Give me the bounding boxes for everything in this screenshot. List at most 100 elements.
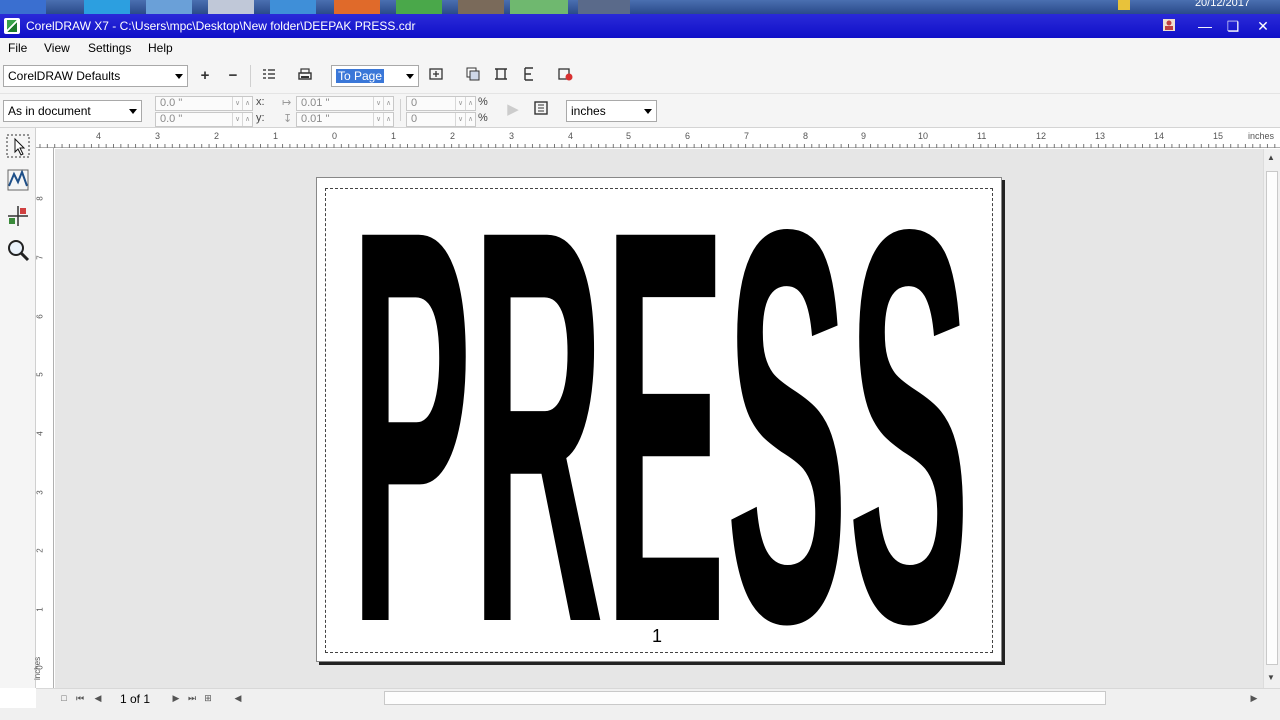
zoom-tool-icon[interactable] [4,238,32,266]
next-page-icon[interactable]: ▶ [170,691,182,705]
x-axis-label: x: [256,96,265,108]
title-bar: CorelDRAW X7 - C:\Users\mpc\Desktop\New … [0,14,1280,38]
scope-dropdown[interactable]: As in document [3,100,142,122]
vertical-scrollbar[interactable]: ▲ ▼ [1263,149,1280,688]
taskbar-clock[interactable]: 20/12/2017 [1195,0,1250,9]
spin-down-icon[interactable]: ∨ [232,97,242,110]
first-page-icon[interactable]: ⏮ [74,691,86,705]
close-preview-icon[interactable] [555,66,575,86]
add-page-after-icon[interactable]: ⊞ [202,691,214,705]
height-field[interactable]: 0.01 " ∨ ∧ [296,112,394,127]
preset-dropdown[interactable]: CorelDRAW Defaults [3,65,188,87]
y-value: 0.0 " [160,113,183,125]
menu-view[interactable]: View [44,41,70,55]
spin-down-icon[interactable]: ∨ [455,97,465,110]
taskbar-chrome-icon[interactable] [396,0,442,14]
menu-settings[interactable]: Settings [88,41,131,55]
taskbar-app-icon[interactable] [578,0,630,14]
taskbar-app-icon[interactable] [208,0,254,14]
ruler-tick: 5 [35,372,45,377]
taskbar-explorer-icon[interactable] [146,0,192,14]
units-dropdown[interactable]: inches [566,100,657,122]
width-field[interactable]: 0.01 " ∨ ∧ [296,96,394,111]
user-icon[interactable] [1158,18,1180,34]
start-button[interactable] [0,0,46,14]
play-arrow-icon[interactable]: ▶ [503,100,523,120]
chevron-down-icon [644,109,652,114]
shape-tool-icon[interactable] [4,168,32,196]
full-screen-preview-icon[interactable] [426,66,446,86]
remove-preset-button[interactable]: − [223,66,243,86]
horizontal-ruler[interactable]: 4 3 2 1 0 1 2 3 4 5 6 7 8 9 10 11 12 13 … [36,128,1280,148]
spin-down-icon[interactable]: ∨ [455,113,465,126]
chevron-down-icon [175,74,183,79]
taskbar-app-icon[interactable] [270,0,316,14]
property-bar: As in document 0.0 " ∨ ∧ x: 0.0 " ∨ ∧ y:… [0,94,1280,128]
percent-label: % [478,96,488,108]
restore-button[interactable]: ❏ [1222,18,1244,34]
scope-value: As in document [8,104,91,118]
page-navigator-bar: □ ⏮ ◀ 1 of 1 ▶ ⏭ ⊞ ◀ ▶ [36,688,1280,708]
preset-value: CorelDRAW Defaults [8,69,121,83]
menu-file[interactable]: File [8,41,27,55]
last-page-icon[interactable]: ⏭ [186,691,198,705]
press-text[interactable]: PRESS [350,190,970,650]
page-layout-icon[interactable] [531,100,551,120]
pick-tool-icon[interactable] [4,134,32,162]
vertical-ruler[interactable]: 8 7 6 5 4 3 2 1 0 [36,148,54,688]
add-page-icon[interactable]: □ [58,691,70,705]
single-page-icon[interactable] [463,66,483,86]
width-value: 0.01 " [301,97,330,109]
options-list-icon[interactable] [259,66,279,86]
zoom-value: To Page [336,69,385,83]
chevron-down-icon [406,74,414,79]
notification-flag-icon[interactable] [1118,0,1130,10]
status-bar [0,708,1280,720]
coreldraw-app-icon[interactable] [4,18,20,34]
ruler-tick: 7 [35,255,45,260]
scroll-up-icon[interactable]: ▲ [1267,153,1275,162]
scroll-left-icon[interactable]: ◀ [232,691,244,705]
spin-down-icon[interactable]: ∨ [373,113,383,126]
toolbox [0,128,36,688]
separator [400,99,401,121]
print-icon[interactable] [295,66,315,86]
taskbar-coreldraw-icon[interactable] [510,0,568,14]
landscape-icon[interactable] [491,66,511,86]
minimize-button[interactable]: — [1194,18,1216,34]
taskbar-ie-icon[interactable] [84,0,130,14]
vertical-scroll-thumb[interactable] [1266,171,1278,665]
menu-bar: File View Settings Help [0,38,1280,58]
taskbar-firefox-icon[interactable] [334,0,380,14]
spin-down-icon[interactable]: ∨ [232,113,242,126]
scale-x-field[interactable]: 0 ∨ ∧ [406,96,476,111]
x-position-field[interactable]: 0.0 " ∨ ∧ [155,96,253,111]
transform-tool-icon[interactable] [4,204,32,232]
separator [250,65,251,87]
menu-help[interactable]: Help [148,41,173,55]
scroll-down-icon[interactable]: ▼ [1267,673,1275,682]
close-button[interactable]: ✕ [1252,18,1274,34]
horizontal-scroll-thumb[interactable] [384,691,1106,705]
spin-up-icon[interactable]: ∧ [242,97,252,110]
portrait-icon[interactable] [519,66,539,86]
press-artwork[interactable]: PRESS [330,190,990,650]
percent-label: % [478,112,488,124]
spin-up-icon[interactable]: ∧ [242,113,252,126]
zoom-dropdown[interactable]: To Page [331,65,419,87]
taskbar-app-icon[interactable] [458,0,504,14]
add-preset-button[interactable]: + [195,66,215,86]
spin-down-icon[interactable]: ∨ [373,97,383,110]
prev-page-icon[interactable]: ◀ [92,691,104,705]
spin-up-icon[interactable]: ∧ [465,97,475,110]
units-value: inches [571,104,606,118]
height-icon: ↧ [283,113,293,125]
page-number-label: 1 [652,626,663,646]
spin-up-icon[interactable]: ∧ [383,97,393,110]
standard-toolbar: CorelDRAW Defaults + − To Page [0,58,1280,94]
y-position-field[interactable]: 0.0 " ∨ ∧ [155,112,253,127]
spin-up-icon[interactable]: ∧ [465,113,475,126]
scale-y-field[interactable]: 0 ∨ ∧ [406,112,476,127]
spin-up-icon[interactable]: ∧ [383,113,393,126]
scroll-right-icon[interactable]: ▶ [1248,691,1260,705]
